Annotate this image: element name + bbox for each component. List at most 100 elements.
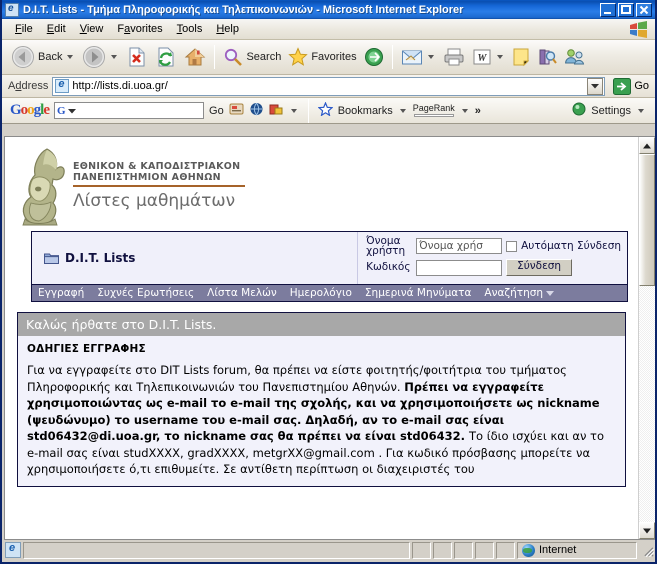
google-pagerank[interactable]: PageRank <box>413 104 455 117</box>
scrollbar-track[interactable] <box>639 154 655 522</box>
scroll-up-button[interactable] <box>639 137 655 154</box>
security-zone[interactable]: Internet <box>517 541 637 559</box>
username-input[interactable]: Όνομα χρήσ <box>416 238 503 254</box>
go-label: Go <box>634 80 649 92</box>
google-highlight-icon[interactable] <box>229 102 244 119</box>
scrollbar-thumb[interactable] <box>639 154 655 286</box>
window-controls <box>600 2 652 17</box>
welcome-panel-header: Καλώς ήρθατε στο D.I.T. Lists. <box>18 313 625 336</box>
nav-item-faq[interactable]: Συχνές Ερωτήσεις <box>97 287 194 299</box>
search-button[interactable]: Search <box>220 42 284 72</box>
login-form: Όνομα χρήστη Όνομα χρήσ Αυτόματη Σύνδεση… <box>358 232 627 284</box>
back-button[interactable]: Back <box>8 42 78 72</box>
google-settings-icon[interactable] <box>572 102 586 119</box>
google-autofill-icon[interactable] <box>269 102 284 119</box>
toolbar-separator-2 <box>391 45 393 69</box>
menu-item-favorites[interactable]: Favorites <box>110 21 169 37</box>
search-label: Search <box>246 51 282 63</box>
autologin-checkbox[interactable] <box>506 240 518 252</box>
forward-button[interactable] <box>79 42 122 72</box>
navigation-toolbar: Back Search Favorites W <box>2 40 655 75</box>
maximize-button[interactable] <box>618 2 634 17</box>
pagerank-dropdown-icon[interactable] <box>461 108 468 113</box>
stop-button[interactable] <box>123 42 151 72</box>
minimize-button[interactable] <box>600 2 616 17</box>
forward-dropdown-icon[interactable] <box>111 55 118 59</box>
google-search-input[interactable]: G <box>54 102 205 119</box>
browser-viewport: ΕΘΝΙΚΟΝ & ΚΑΠΟΔΙΣΤΡΙΑΚΟΝ ΠΑΝΕΠΙΣΤΗΜΙΟΝ Α… <box>4 136 655 540</box>
research-button[interactable] <box>534 42 560 72</box>
address-dropdown-button[interactable] <box>587 77 604 95</box>
messenger-button[interactable] <box>561 42 589 72</box>
address-bar: Address http://lists.di.uoa.gr/ Go <box>2 75 655 98</box>
forum-brand[interactable]: D.I.T. Lists <box>32 232 359 284</box>
instructions-text: Για να εγγραφείτε στο DIT Lists forum, θ… <box>27 362 616 478</box>
nav-item-todays-posts[interactable]: Σημερινά Μηνύματα <box>365 287 472 299</box>
edit-dropdown-icon[interactable] <box>496 55 503 59</box>
favorites-button[interactable]: Favorites <box>285 42 359 72</box>
google-toolbar: Google G Go Bookmarks PageRank » Setting… <box>2 98 655 124</box>
back-dropdown-icon[interactable] <box>67 55 74 59</box>
status-slot-5 <box>496 541 515 559</box>
history-button[interactable] <box>361 42 387 72</box>
university-line-1: ΕΘΝΙΚΟΝ & ΚΑΠΟΔΙΣΤΡΙΑΚΟΝ <box>73 161 241 172</box>
edit-word-button[interactable]: W <box>469 42 508 72</box>
scroll-down-button[interactable] <box>639 522 655 539</box>
nav-item-memberlist[interactable]: Λίστα Μελών <box>207 287 277 299</box>
resize-grip[interactable] <box>640 543 655 558</box>
menu-item-edit[interactable]: Edit <box>40 21 73 37</box>
site-header: ΕΘΝΙΚΟΝ & ΚΑΠΟΔΙΣΤΡΙΑΚΟΝ ΠΑΝΕΠΙΣΤΗΜΙΟΝ Α… <box>5 137 638 226</box>
status-slot-3 <box>454 541 473 559</box>
status-message <box>23 541 410 559</box>
pagerank-label: PageRank <box>412 103 455 113</box>
mail-button[interactable] <box>398 42 439 72</box>
refresh-button[interactable] <box>152 42 180 72</box>
menu-item-view[interactable]: View <box>73 21 111 37</box>
notes-button[interactable] <box>509 42 533 72</box>
google-separator <box>307 98 309 123</box>
close-button[interactable] <box>636 2 652 17</box>
settings-dropdown-icon[interactable] <box>638 108 644 113</box>
google-bookmarks-label[interactable]: Bookmarks <box>338 105 393 117</box>
password-input[interactable] <box>416 259 503 276</box>
home-button[interactable] <box>181 42 209 72</box>
menu-item-help[interactable]: Help <box>209 21 246 37</box>
vertical-scrollbar[interactable] <box>638 137 655 539</box>
nav-item-calendar[interactable]: Ημερολόγιο <box>290 287 352 299</box>
menu-bar: File Edit View Favorites Tools Help <box>2 19 655 40</box>
google-g-icon: G <box>57 104 66 117</box>
google-settings-label[interactable]: Settings <box>591 105 631 117</box>
menu-item-file[interactable]: File <box>8 21 40 37</box>
header-rule <box>73 185 245 187</box>
autologin-label: Αυτόματη Σύνδεση <box>521 240 621 252</box>
nav-item-search[interactable]: Αναζήτηση <box>484 287 555 299</box>
ie-window-icon <box>5 2 19 17</box>
google-logo: Google <box>10 102 50 118</box>
google-bookmarks-star-icon[interactable] <box>317 101 334 119</box>
mail-dropdown-icon[interactable] <box>427 55 434 59</box>
nav-item-register[interactable]: Εγγραφή <box>38 287 84 299</box>
google-translate-icon[interactable] <box>249 102 264 119</box>
forum-header-box: D.I.T. Lists Όνομα χρήστη Όνομα χρήσ Αυτ… <box>31 231 628 302</box>
go-button[interactable]: Go <box>609 77 655 95</box>
title-bar: D.I.T. Lists - Τμήμα Πληροφορικής και Τη… <box>2 0 655 19</box>
web-page: ΕΘΝΙΚΟΝ & ΚΑΠΟΔΙΣΤΡΙΑΚΟΝ ΠΑΝΕΠΙΣΤΗΜΙΟΝ Α… <box>5 137 638 539</box>
google-more-button[interactable]: » <box>475 105 481 117</box>
google-go-label[interactable]: Go <box>209 105 224 117</box>
favorites-label: Favorites <box>311 51 357 63</box>
address-input[interactable]: http://lists.di.uoa.gr/ <box>52 76 606 96</box>
search-dropdown-icon[interactable] <box>546 290 555 296</box>
bookmarks-dropdown-icon[interactable] <box>399 108 406 113</box>
print-button[interactable] <box>440 42 468 72</box>
google-autofill-dropdown-icon[interactable] <box>290 108 297 113</box>
menu-item-tools[interactable]: Tools <box>170 21 210 37</box>
status-slot-1 <box>412 541 431 559</box>
address-label: Address <box>8 80 49 92</box>
svg-text:W: W <box>477 53 487 64</box>
security-zone-label: Internet <box>539 544 577 556</box>
address-url-text: http://lists.di.uoa.gr/ <box>72 80 168 92</box>
folder-icon <box>44 252 59 264</box>
login-submit-button[interactable]: Σύνδεση <box>506 259 573 276</box>
browser-window: D.I.T. Lists - Τμήμα Πληροφορικής και Τη… <box>0 0 657 564</box>
nav-item-search-label: Αναζήτηση <box>484 287 544 299</box>
